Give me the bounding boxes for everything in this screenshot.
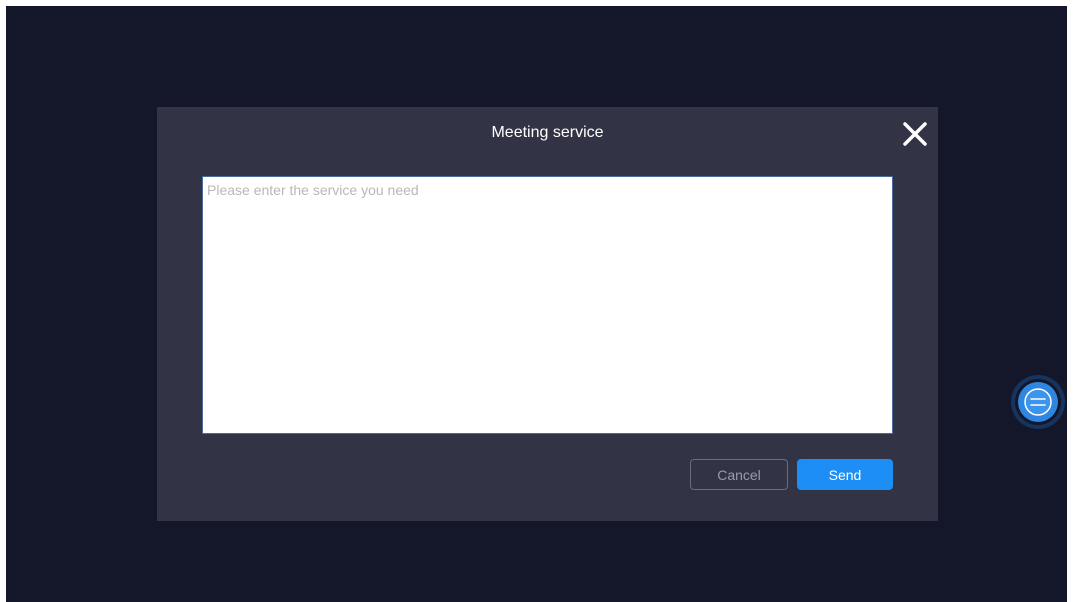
cancel-button[interactable]: Cancel: [690, 459, 788, 490]
menu-icon: [1011, 375, 1065, 429]
dialog-title: Meeting service: [491, 124, 604, 141]
app-background: Meeting service Cancel Send: [6, 6, 1067, 602]
send-button[interactable]: Send: [797, 459, 893, 490]
close-button[interactable]: [900, 119, 930, 149]
service-request-textarea[interactable]: [202, 176, 893, 434]
close-icon: [903, 122, 927, 146]
floating-menu-button[interactable]: [1010, 374, 1066, 430]
meeting-service-dialog: Meeting service Cancel Send: [157, 107, 938, 521]
